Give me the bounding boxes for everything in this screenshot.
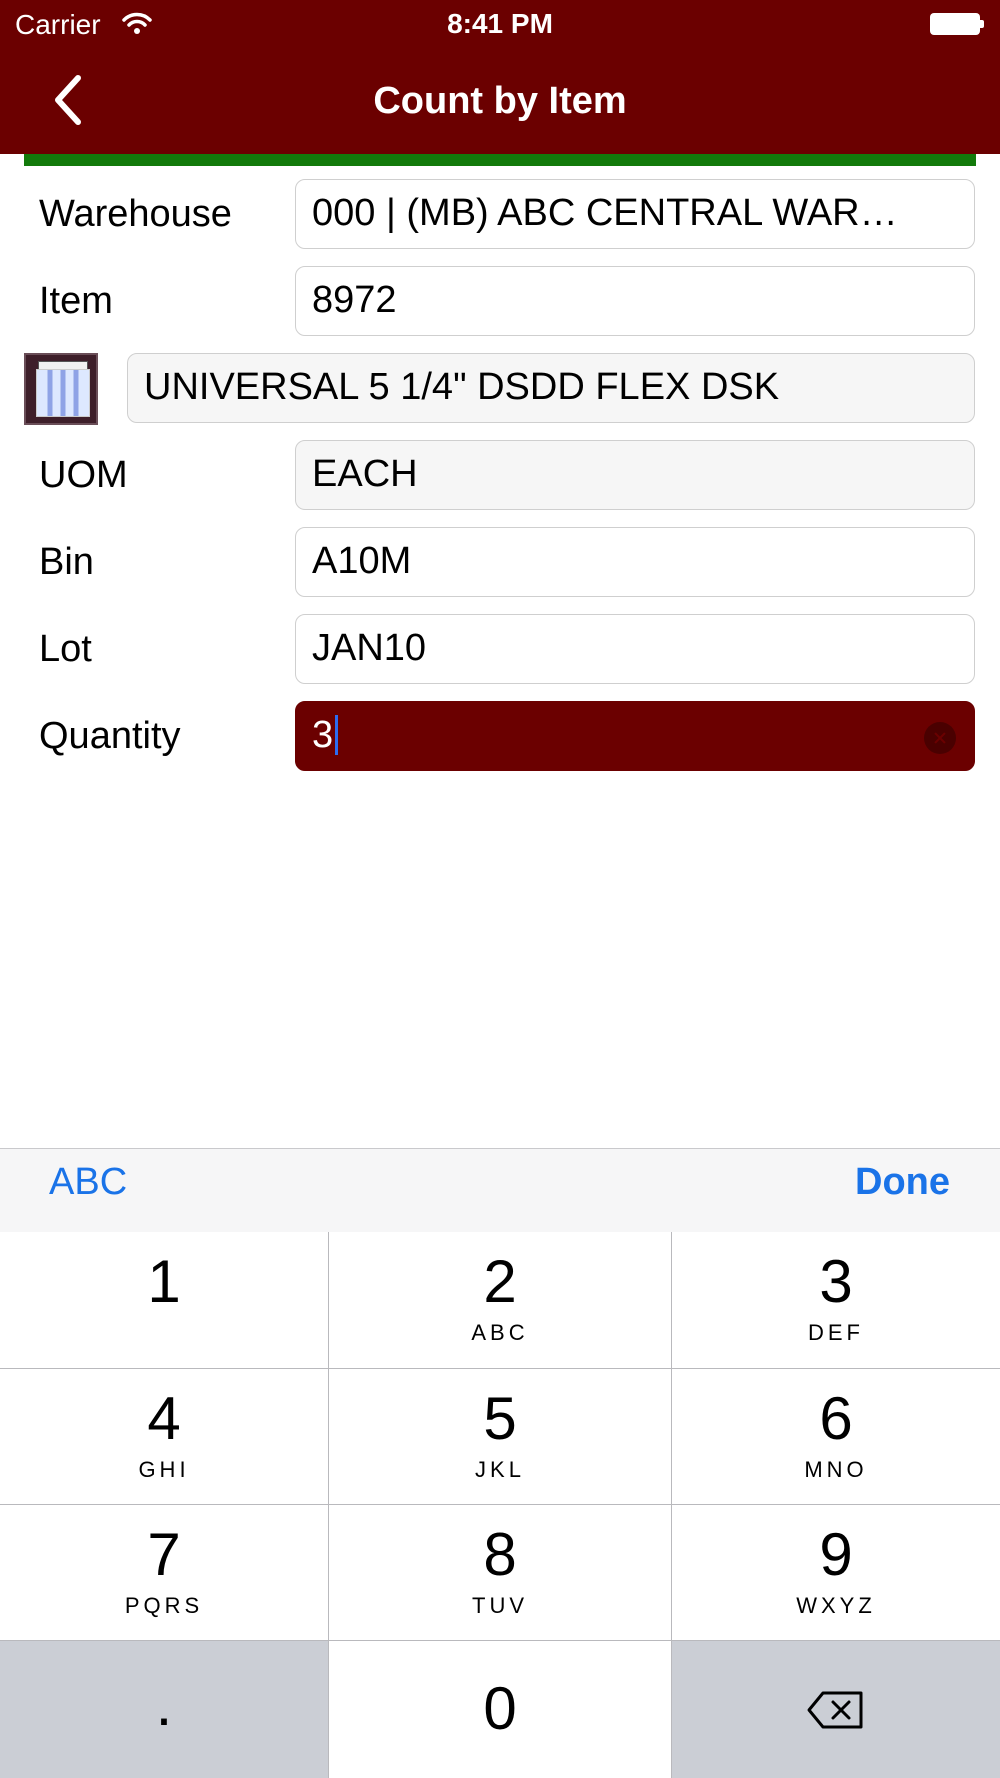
key-divider: [0, 1368, 1000, 1369]
key-divider: [0, 1504, 1000, 1505]
done-button[interactable]: Done: [855, 1161, 950, 1204]
status-bar: Carrier 8:41 PM: [0, 0, 1000, 50]
lot-field[interactable]: JAN10: [295, 614, 975, 684]
key-decimal[interactable]: .: [0, 1641, 328, 1778]
clock: 8:41 PM: [447, 8, 553, 39]
bin-label: Bin: [39, 541, 94, 583]
clear-icon[interactable]: [924, 722, 956, 754]
backspace-icon: [807, 1691, 863, 1728]
key-8[interactable]: 8 TUV: [329, 1505, 671, 1640]
text-caret: [335, 714, 339, 755]
item-description-field: UNIVERSAL 5 1/4" DSDD FLEX DSK: [127, 353, 975, 423]
progress-strip: [24, 154, 976, 166]
lot-label: Lot: [39, 628, 92, 670]
key-3[interactable]: 3 DEF: [672, 1232, 1000, 1368]
bin-field[interactable]: A10M: [295, 527, 975, 597]
key-2[interactable]: 2 ABC: [329, 1232, 671, 1368]
item-label: Item: [39, 280, 113, 322]
keyboard-accessory-bar: ABC Done: [0, 1148, 1000, 1232]
battery-icon: [930, 13, 984, 35]
key-6[interactable]: 6 MNO: [672, 1369, 1000, 1504]
uom-field: EACH: [295, 440, 975, 510]
key-divider: [671, 1232, 672, 1778]
warehouse-field[interactable]: 000 | (MB) ABC CENTRAL WAR…: [295, 179, 975, 249]
quantity-value: 3: [312, 714, 334, 756]
key-divider: [0, 1640, 1000, 1641]
number-keypad: 1 2 ABC 3 DEF 4 GHI 5 JKL 6 MNO 7 PQRS 8…: [0, 1232, 1000, 1778]
quantity-label: Quantity: [39, 715, 181, 757]
key-9[interactable]: 9 WXYZ: [672, 1505, 1000, 1640]
navigation-header: Carrier 8:41 PM Count by Item: [0, 0, 1000, 154]
item-field[interactable]: 8972: [295, 266, 975, 336]
key-7[interactable]: 7 PQRS: [0, 1505, 328, 1640]
key-backspace[interactable]: [672, 1641, 1000, 1778]
abc-button[interactable]: ABC: [49, 1161, 127, 1204]
warehouse-label: Warehouse: [39, 193, 232, 235]
key-divider: [328, 1232, 329, 1778]
key-0[interactable]: 0: [329, 1641, 671, 1778]
item-image: [24, 353, 98, 425]
key-1[interactable]: 1: [0, 1232, 328, 1368]
uom-label: UOM: [39, 454, 128, 496]
key-5[interactable]: 5 JKL: [329, 1369, 671, 1504]
key-4[interactable]: 4 GHI: [0, 1369, 328, 1504]
page-title: Count by Item: [373, 80, 627, 122]
quantity-field[interactable]: 3: [295, 701, 975, 771]
